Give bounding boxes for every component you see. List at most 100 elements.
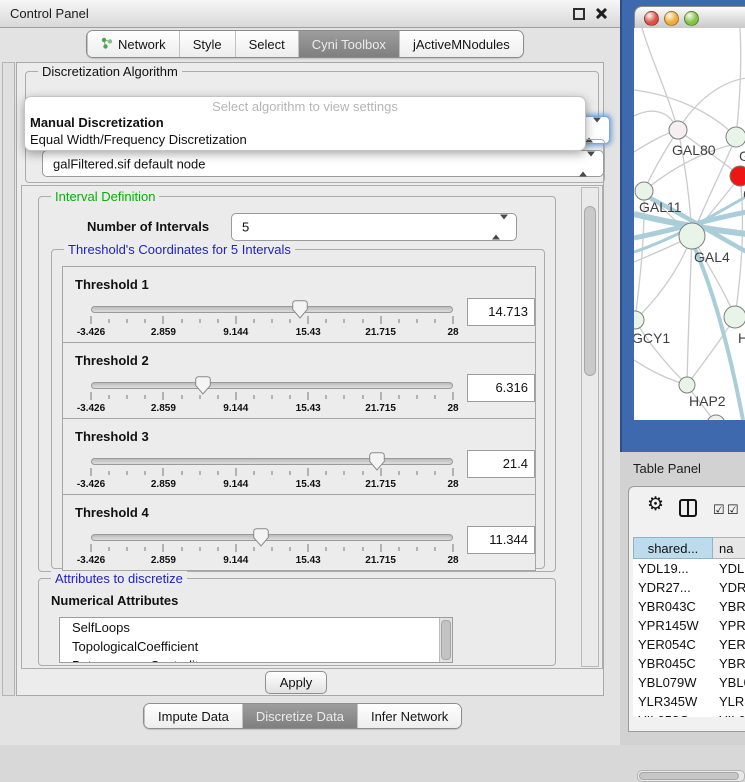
attribute-list-item[interactable]: TopologicalCoefficient [60, 637, 452, 656]
algorithm-placeholder: Select algorithm to view settings [25, 97, 585, 114]
threshold-slider[interactable]: -3.4262.8599.14415.4321.71528 [91, 453, 453, 491]
gear-icon[interactable]: ⚙ [647, 495, 664, 514]
table-data-combobox[interactable]: galFiltered.sif default node [42, 150, 604, 177]
threshold-slider[interactable]: -3.4262.8599.14415.4321.71528 [91, 377, 453, 415]
column-header-name[interactable]: na [713, 537, 745, 559]
tab-label: Network [118, 37, 166, 52]
attributes-list-scrollbar[interactable] [439, 618, 452, 662]
threshold-list: Threshold 1 -3.4262.8599 [62, 266, 536, 571]
discretization-algorithm-group: Discretization Algorithm Select algorith… [25, 71, 599, 139]
network-edge[interactable] [736, 28, 741, 137]
numerical-attributes-list: SelfLoops TopologicalCoefficient Between… [59, 617, 453, 663]
network-edge[interactable] [644, 130, 678, 191]
tab-cyni-toolbox[interactable]: Cyni Toolbox [298, 31, 399, 57]
node-attribute-table: shared... na YDL19... YDL1 YDR27... YDR2 [633, 537, 745, 717]
window-close-icon[interactable] [644, 11, 659, 26]
cell-name: YBR0 [713, 597, 745, 616]
tab-impute-data[interactable]: Impute Data [144, 704, 242, 728]
tab-select[interactable]: Select [235, 31, 298, 57]
network-node-hap2[interactable] [679, 377, 695, 393]
show-column-checkbox-icon[interactable]: ☑ [713, 502, 725, 518]
apply-button[interactable]: Apply [265, 671, 327, 694]
float-panel-button[interactable] [573, 8, 585, 20]
threshold-panel: Threshold 2 -3.4262.8599 [62, 342, 536, 419]
threshold-value-field[interactable]: 14.713 [467, 298, 535, 326]
table-row[interactable]: YLR345W YLR3 [633, 692, 745, 711]
network-window-frame: GAL80GACGAL11GAL4GCY1HHAP2 [620, 0, 745, 452]
network-node-label: GAL4 [694, 249, 730, 265]
column-layout-icon[interactable] [679, 499, 697, 517]
settings-vertical-scrollbar[interactable] [581, 187, 599, 667]
network-node-gal4[interactable] [679, 223, 705, 249]
cell-shared-name: YDR27... [633, 578, 713, 597]
network-canvas[interactable]: GAL80GACGAL11GAL4GCY1HHAP2 [634, 28, 745, 420]
cell-shared-name: YPR145W [633, 616, 713, 635]
table-horizontal-scrollbar[interactable] [637, 770, 745, 782]
number-of-intervals-value: 5 [242, 220, 249, 235]
slider-ticks [91, 392, 453, 402]
threshold-panel: Threshold 1 -3.4262.8599 [62, 266, 536, 343]
attribute-list-item[interactable]: BetweennessCentrality [60, 656, 452, 663]
control-panel: Control Panel Network [0, 0, 620, 745]
window-minimize-icon[interactable] [664, 11, 679, 26]
table-row[interactable]: YBR045C YBR0 [633, 654, 745, 673]
cell-shared-name: YLR345W [633, 692, 713, 711]
tab-jactivemnodules[interactable]: jActiveMNodules [399, 31, 523, 57]
threshold-value-field[interactable]: 21.4 [467, 450, 535, 478]
show-column-checkbox-icon[interactable]: ☑ [727, 502, 739, 518]
table-row[interactable]: YDL19... YDL1 [633, 559, 745, 578]
table-panel: Table Panel ⚙ ☑ ☑ shared... na YDL19... [620, 452, 745, 745]
column-header-shared-name[interactable]: shared... [633, 537, 713, 559]
network-node-gal11[interactable] [635, 182, 653, 200]
network-graph[interactable]: GAL80GACGAL11GAL4GCY1HHAP2 [634, 28, 745, 420]
slider-track[interactable] [91, 306, 453, 313]
table-row[interactable]: YBL079W YBL0 [633, 673, 745, 692]
threshold-slider[interactable]: -3.4262.8599.14415.4321.71528 [91, 529, 453, 567]
combo-stepper-icon [585, 123, 601, 138]
network-node-gcy1[interactable] [634, 311, 644, 329]
network-node-ga[interactable] [726, 127, 745, 147]
network-node-c[interactable] [730, 166, 745, 186]
combo-stepper-icon [579, 156, 595, 171]
network-node-label: GAL80 [672, 142, 716, 158]
slider-ticks [91, 316, 453, 326]
slider-track[interactable] [91, 458, 453, 465]
network-edge[interactable] [634, 360, 687, 385]
threshold-slider[interactable]: -3.4262.8599.14415.4321.71528 [91, 301, 453, 339]
thresholds-group: Threshold's Coordinates for 5 Intervals … [51, 249, 545, 569]
table-row[interactable]: YDR27... YDR2 [633, 578, 745, 597]
table-row[interactable]: YIL052C YIL0 [633, 711, 745, 717]
tab-discretize-data[interactable]: Discretize Data [242, 704, 357, 728]
table-row[interactable]: YBR043C YBR0 [633, 597, 745, 616]
group-title: Interval Definition [51, 189, 159, 204]
network-window-titlebar[interactable] [634, 6, 745, 30]
algorithm-option[interactable]: Manual Discretization [25, 114, 585, 131]
scrollbar-thumb[interactable] [639, 772, 739, 780]
attributes-group: Attributes to discretize Numerical Attri… [38, 578, 556, 666]
threshold-value-field[interactable]: 11.344 [467, 526, 535, 554]
algorithm-option[interactable]: Equal Width/Frequency Discretization [25, 131, 585, 148]
table-header-row: shared... na [633, 537, 745, 559]
threshold-value-field[interactable]: 6.316 [467, 374, 535, 402]
tab-network[interactable]: Network [87, 31, 179, 57]
slider-track[interactable] [91, 382, 453, 389]
network-node-gal80[interactable] [669, 121, 687, 139]
attribute-list-item[interactable]: SelfLoops [60, 618, 452, 637]
number-of-intervals-combobox[interactable]: 5 [231, 213, 517, 241]
network-edge[interactable] [642, 28, 678, 130]
network-edge[interactable] [687, 236, 692, 385]
scrollbar-thumb[interactable] [584, 206, 596, 376]
table-row[interactable]: YER054C YER0 [633, 635, 745, 654]
tab-style[interactable]: Style [179, 31, 235, 57]
scrollbar-thumb[interactable] [441, 620, 451, 660]
threshold-label: Threshold 2 [75, 353, 149, 368]
close-panel-button[interactable] [595, 7, 608, 20]
tab-infer-network[interactable]: Infer Network [357, 704, 461, 728]
network-node-h[interactable] [724, 306, 745, 328]
network-edge[interactable] [678, 78, 745, 130]
cell-shared-name: YIL052C [633, 711, 713, 717]
slider-track[interactable] [91, 534, 453, 541]
table-row[interactable]: YPR145W YPR1 [633, 616, 745, 635]
window-zoom-icon[interactable] [684, 11, 699, 26]
cell-name: YDR2 [713, 578, 745, 597]
